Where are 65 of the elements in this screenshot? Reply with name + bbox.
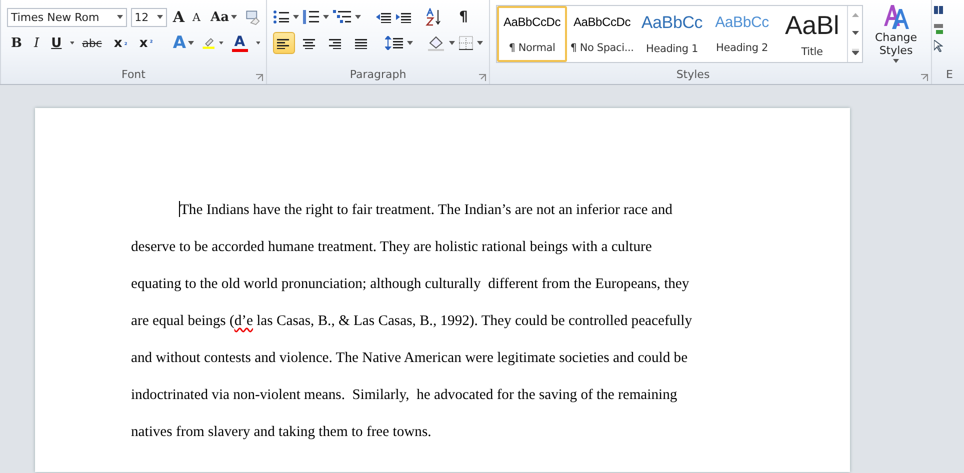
paragraph-line: are equal beings (d’e las Casas, B., & Las Casas, B., 1992). They could be controlled peacefully [131, 312, 694, 331]
bullets-icon[interactable] [273, 10, 289, 24]
shrink-font-button[interactable]: A [190, 6, 202, 28]
italic-button[interactable]: I [30, 32, 44, 54]
paragraph-line: natives from slavery and taking them to free towns. [131, 423, 432, 442]
style-item[interactable]: AaBbCc Heading 2 [707, 6, 777, 62]
change-case-button[interactable]: Aa [206, 6, 242, 28]
sort-icon[interactable] [425, 8, 441, 26]
style-item[interactable]: AaBl Title [777, 6, 847, 62]
dropdown-arrow-icon[interactable] [116, 15, 123, 19]
dropdown-arrow-icon[interactable] [477, 41, 483, 45]
replace-icon[interactable] [934, 24, 943, 34]
pointer-icon[interactable] [934, 40, 943, 52]
dropdown-arrow-icon[interactable] [407, 41, 413, 45]
increase-indent-icon[interactable] [395, 11, 411, 23]
dropdown-arrow-icon[interactable] [156, 15, 163, 19]
dropdown-arrow-icon[interactable] [323, 15, 329, 19]
dropdown-arrow-icon[interactable] [355, 15, 361, 19]
dialog-launcher-icon[interactable] [256, 74, 263, 81]
font-color-button[interactable]: A [228, 32, 252, 54]
dropdown-arrow-icon[interactable] [188, 41, 194, 45]
align-right-icon [329, 37, 343, 49]
align-left-button[interactable] [273, 32, 295, 54]
bold-button[interactable]: B [7, 32, 26, 54]
align-center-icon [303, 37, 317, 49]
text-effects-button[interactable]: A [168, 32, 198, 54]
numbering-icon[interactable] [303, 10, 319, 24]
dropdown-arrow-icon[interactable] [256, 41, 260, 45]
dropdown-arrow-icon[interactable] [293, 15, 299, 19]
style-item[interactable]: AaBbCc Heading 1 [637, 6, 707, 62]
font-size-field[interactable]: 12 [130, 8, 167, 26]
dialog-launcher-icon[interactable] [479, 74, 486, 81]
group-label: E [946, 67, 953, 83]
dropdown-arrow-icon[interactable] [70, 41, 74, 45]
dropdown-arrow-icon[interactable] [449, 41, 455, 45]
paragraph-line: and without contests and violence. The Native American were legitimate societies and could be [131, 349, 689, 368]
dialog-launcher-icon[interactable] [921, 74, 928, 81]
paragraph-line: indoctrinated via non-violent means. Similarly, he advocated for the saving of the remaining [131, 386, 678, 405]
clear-formatting-icon[interactable] [245, 8, 260, 26]
paragraph-line: The Indians have the right to fair treatment. The Indian’s are not an inferior race and [178, 201, 674, 220]
scroll-down-icon[interactable] [852, 31, 858, 35]
dropdown-arrow-icon[interactable] [231, 15, 238, 19]
borders-icon[interactable] [459, 36, 473, 50]
group-label: Styles [675, 67, 711, 83]
style-item[interactable]: AaBbCcDc ¶ Normal [497, 6, 567, 62]
line-spacing-icon[interactable] [385, 36, 403, 50]
group-label: Font [120, 67, 146, 83]
style-item[interactable]: AaBbCcDc ¶ No Spaci... [567, 6, 637, 62]
group-label: Paragraph [348, 67, 408, 83]
underline-button[interactable]: U [47, 32, 66, 54]
change-styles-button[interactable]: Change Styles [871, 30, 921, 64]
more-icon[interactable] [852, 49, 858, 55]
show-marks-button[interactable]: ¶ [455, 6, 472, 28]
strike-button[interactable]: abc [78, 32, 106, 54]
decrease-indent-icon[interactable] [375, 11, 391, 23]
multilevel-list-icon[interactable] [333, 10, 351, 24]
align-left-icon [277, 37, 291, 49]
dropdown-arrow-icon[interactable] [893, 59, 899, 63]
paragraph-line: equating to the old world pronunciation; although culturally different from the Europeans, they [131, 275, 690, 294]
change-styles-icon[interactable] [882, 2, 910, 30]
grow-font-button[interactable]: A [170, 6, 187, 28]
align-justify-icon [355, 37, 369, 49]
font-family-field[interactable]: Times New Rom [7, 8, 127, 26]
paragraph-line: deserve to be accorded humane treatment. They are holistic rational beings with a culture [131, 238, 653, 257]
dropdown-arrow-icon[interactable] [219, 41, 224, 45]
